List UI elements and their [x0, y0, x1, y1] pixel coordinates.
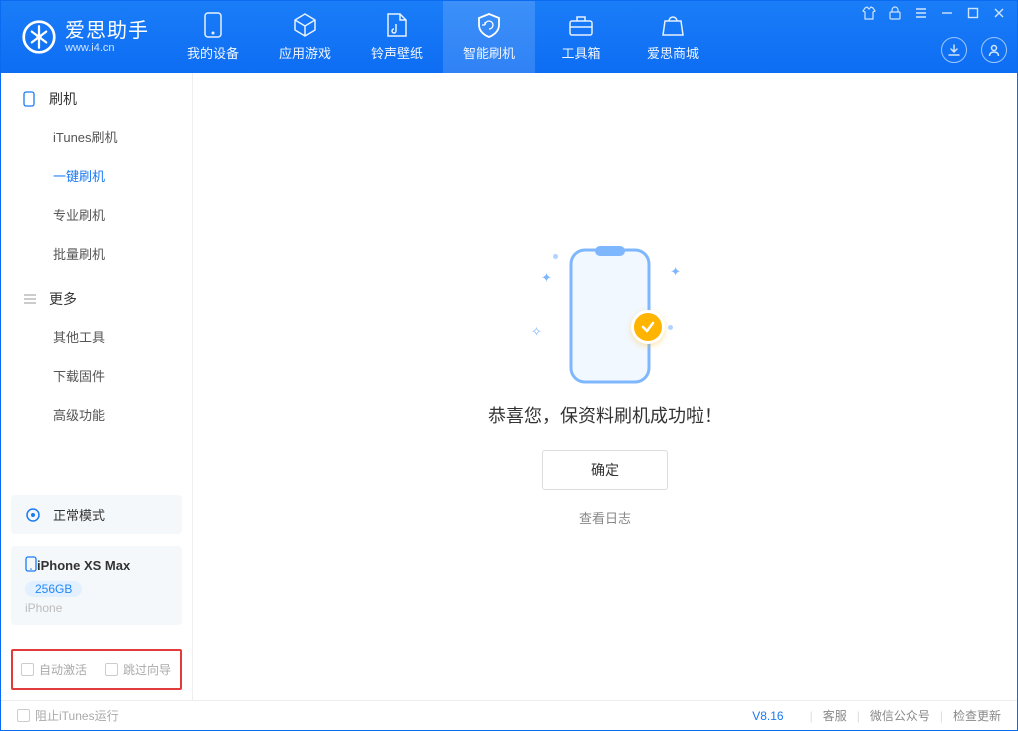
group-title: 刷机 [49, 89, 77, 109]
nav-apps-games[interactable]: 应用游戏 [259, 1, 351, 73]
menu-icon[interactable] [913, 5, 929, 21]
checkbox-label: 阻止iTunes运行 [35, 707, 119, 724]
device-icon [25, 556, 37, 575]
phone-icon [204, 12, 222, 38]
window-controls [861, 5, 1007, 21]
download-button[interactable] [941, 37, 967, 63]
header: 爱思助手 www.i4.cn 我的设备 应用游戏 铃声壁纸 智能刷机 [1, 1, 1017, 73]
sidebar-item-pro-flash[interactable]: 专业刷机 [1, 195, 192, 234]
shirt-icon[interactable] [861, 5, 877, 21]
user-button[interactable] [981, 37, 1007, 63]
dot-icon [553, 254, 558, 259]
sidebar-group-flash: 刷机 [1, 73, 192, 117]
group-title: 更多 [49, 289, 77, 309]
app-url: www.i4.cn [65, 42, 149, 54]
lock-icon[interactable] [887, 5, 903, 21]
checkbox-label: 自动激活 [39, 661, 87, 678]
nav-smart-flash[interactable]: 智能刷机 [443, 1, 535, 73]
support-link[interactable]: 客服 [823, 707, 847, 724]
success-title: 恭喜您，保资料刷机成功啦！ [488, 402, 722, 428]
checkbox-block-itunes[interactable]: 阻止iTunes运行 [17, 707, 119, 724]
device-capacity: 256GB [25, 581, 82, 597]
app-logo-icon [21, 19, 57, 55]
mode-status[interactable]: 正常模式 [11, 495, 182, 534]
success-panel: ✦ ✧ ✦ 恭喜您，保资料刷机成功啦！ 确定 查看日志 [488, 246, 722, 527]
checkbox-skip-wizard[interactable]: 跳过向导 [105, 661, 171, 678]
sidebar-item-itunes-flash[interactable]: iTunes刷机 [1, 117, 192, 156]
sparkle-icon: ✧ [531, 324, 542, 340]
phone-outline-icon [23, 91, 39, 107]
nav-store[interactable]: 爱思商城 [627, 1, 719, 73]
check-update-link[interactable]: 检查更新 [953, 707, 1001, 724]
shield-refresh-icon [476, 12, 502, 38]
view-log-link[interactable]: 查看日志 [579, 508, 631, 527]
nav-label: 铃声壁纸 [371, 43, 423, 62]
body: 刷机 iTunes刷机 一键刷机 专业刷机 批量刷机 更多 其他工具 下载固件 … [1, 73, 1017, 700]
success-illustration: ✦ ✧ ✦ [525, 246, 685, 386]
top-nav: 我的设备 应用游戏 铃声壁纸 智能刷机 工具箱 爱思商城 [167, 1, 719, 73]
nav-label: 爱思商城 [647, 43, 699, 62]
list-icon [23, 291, 39, 307]
sidebar-item-advanced[interactable]: 高级功能 [1, 395, 192, 434]
sidebar-item-download-firmware[interactable]: 下载固件 [1, 356, 192, 395]
checkbox-label: 跳过向导 [123, 661, 171, 678]
music-file-icon [386, 12, 408, 38]
nav-my-device[interactable]: 我的设备 [167, 1, 259, 73]
nav-toolbox[interactable]: 工具箱 [535, 1, 627, 73]
toolbox-icon [568, 14, 594, 36]
ok-button[interactable]: 确定 [542, 450, 668, 490]
device-type: iPhone [25, 601, 168, 615]
sidebar-group-more: 更多 [1, 273, 192, 317]
status-bar: 阻止iTunes运行 V8.16 | 客服 | 微信公众号 | 检查更新 [1, 700, 1017, 730]
close-button[interactable] [991, 5, 1007, 21]
maximize-button[interactable] [965, 5, 981, 21]
nav-ringtone-wallpaper[interactable]: 铃声壁纸 [351, 1, 443, 73]
sparkle-icon: ✦ [541, 270, 552, 286]
option-highlight-box: 自动激活 跳过向导 [11, 649, 182, 690]
sidebar-item-batch-flash[interactable]: 批量刷机 [1, 234, 192, 273]
nav-label: 应用游戏 [279, 43, 331, 62]
bag-icon [661, 14, 685, 36]
mode-icon [25, 506, 43, 524]
dot-icon [668, 325, 673, 330]
checkbox-auto-activate[interactable]: 自动激活 [21, 661, 87, 678]
sparkle-icon: ✦ [670, 264, 681, 280]
version-label: V8.16 [752, 709, 783, 723]
nav-label: 工具箱 [561, 43, 600, 62]
minimize-button[interactable] [939, 5, 955, 21]
main-content: ✦ ✧ ✦ 恭喜您，保资料刷机成功啦！ 确定 查看日志 [193, 73, 1017, 700]
app-window: 爱思助手 www.i4.cn 我的设备 应用游戏 铃声壁纸 智能刷机 [0, 0, 1018, 731]
sidebar: 刷机 iTunes刷机 一键刷机 专业刷机 批量刷机 更多 其他工具 下载固件 … [1, 73, 193, 700]
mode-label: 正常模式 [53, 505, 105, 524]
sidebar-item-onekey-flash[interactable]: 一键刷机 [1, 156, 192, 195]
nav-label: 智能刷机 [463, 43, 515, 62]
device-name: iPhone XS Max [37, 558, 130, 573]
header-right [861, 1, 1007, 73]
check-badge-icon [631, 310, 665, 344]
app-name: 爱思助手 [65, 20, 149, 42]
wechat-link[interactable]: 微信公众号 [870, 707, 930, 724]
nav-label: 我的设备 [187, 43, 239, 62]
device-panel[interactable]: iPhone XS Max 256GB iPhone [11, 546, 182, 625]
logo: 爱思助手 www.i4.cn [1, 1, 167, 73]
cube-icon [292, 12, 318, 38]
sidebar-item-other-tools[interactable]: 其他工具 [1, 317, 192, 356]
